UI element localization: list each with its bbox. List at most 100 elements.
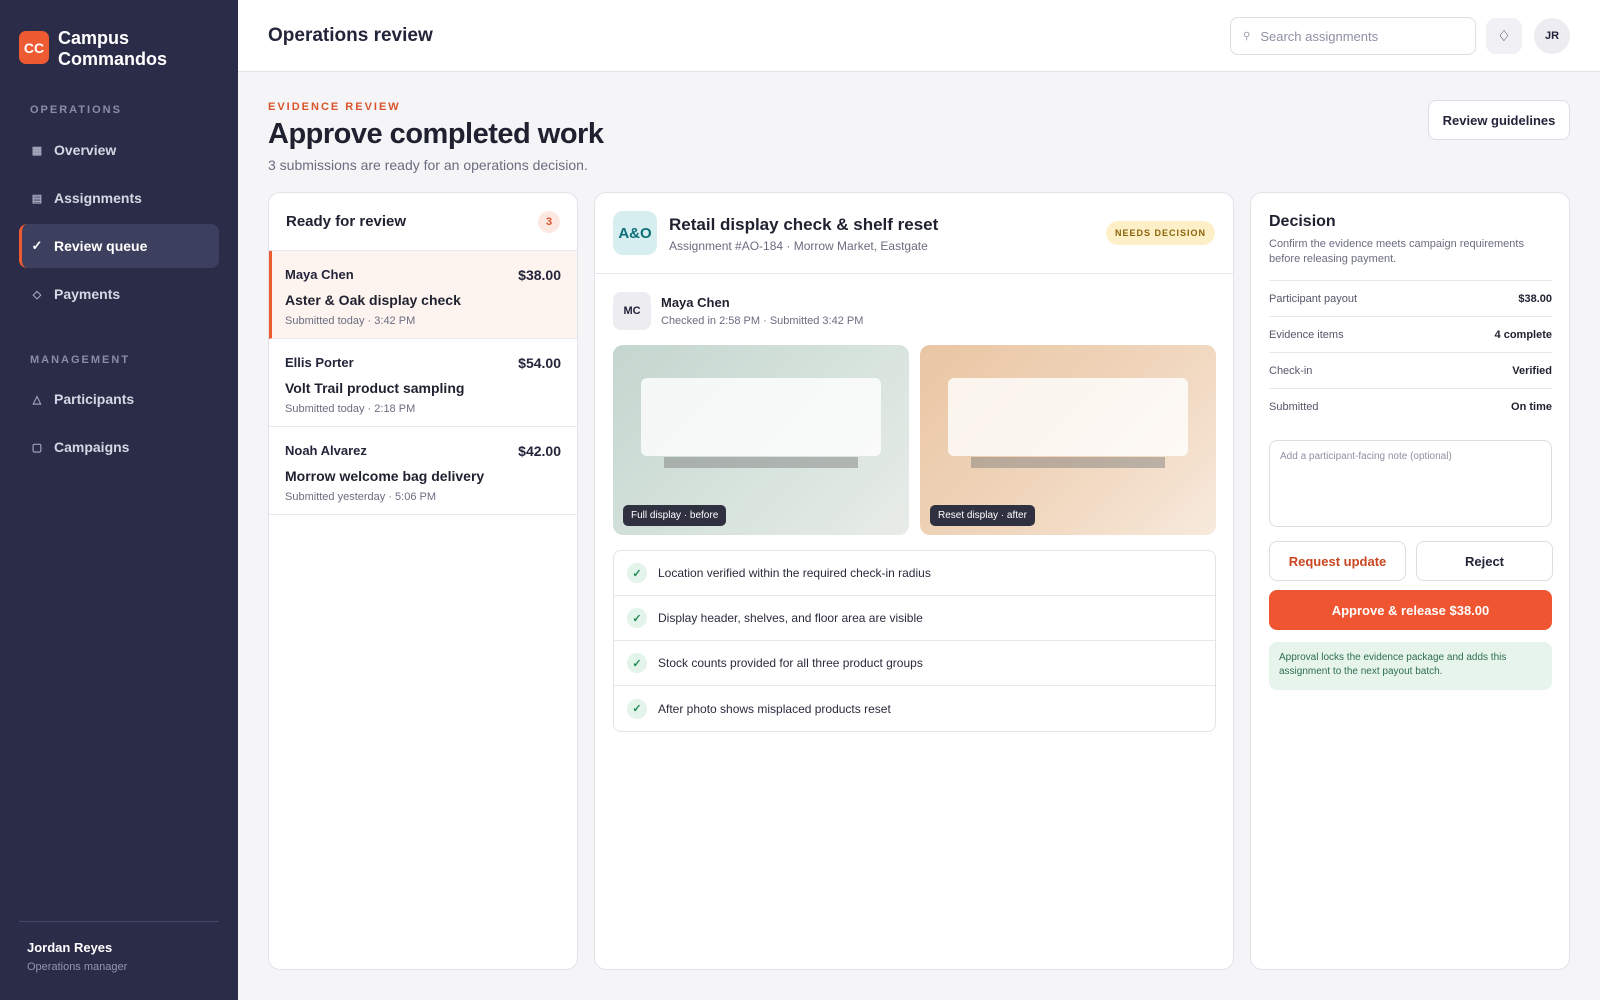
submitter-meta: Checked in 2:58 PM · Submitted 3:42 PM: [661, 315, 864, 327]
review-queue-panel: Ready for review 3 Maya Chen $38.00 Aste…: [268, 192, 578, 970]
approval-info-note: Approval locks the evidence package and …: [1269, 642, 1552, 690]
sidebar-item-label: Overview: [54, 142, 117, 158]
decision-row-checkin: Check-in Verified: [1269, 352, 1552, 388]
sidebar-user[interactable]: Jordan Reyes Operations manager: [27, 940, 127, 973]
grid-icon: ▦: [31, 144, 43, 157]
checklist-item-label: Location verified within the required ch…: [658, 566, 931, 580]
page-subtitle: 3 submissions are ready for an operation…: [268, 157, 588, 173]
check-icon: ✓: [627, 698, 647, 719]
queue-item-title: Volt Trail product sampling: [285, 380, 465, 396]
review-guidelines-button[interactable]: Review guidelines: [1428, 100, 1570, 140]
evidence-photo-after[interactable]: Reset display · after: [920, 345, 1216, 535]
queue-item-amount: $54.00: [518, 355, 561, 371]
checklist-item: ✓ After photo shows misplaced products r…: [614, 686, 1215, 731]
queue-item-time: Submitted yesterday · 5:06 PM: [285, 491, 437, 503]
page-header-title: Operations review: [268, 25, 433, 46]
decision-row-label: Check-in: [1269, 364, 1313, 377]
check-icon: ✓: [627, 653, 647, 673]
brand-logo: CC: [19, 31, 49, 64]
diamond-icon: ♢: [1497, 28, 1511, 45]
checklist-item-label: After photo shows misplaced products res…: [658, 701, 891, 716]
decision-row-submitted: Submitted On time: [1269, 388, 1552, 424]
request-update-button[interactable]: Request update: [1269, 541, 1406, 581]
client-logo: A&O: [613, 211, 657, 255]
user-name: Jordan Reyes: [27, 940, 113, 955]
checklist-item: ✓ Display header, shelves, and floor are…: [614, 596, 1215, 641]
checklist-item-label: Display header, shelves, and floor area …: [658, 611, 923, 625]
sidebar-item-assignments[interactable]: ▤ Assignments: [19, 176, 219, 220]
queue-item[interactable]: Maya Chen $38.00 Aster & Oak display che…: [269, 251, 577, 339]
brand-name: Campus Commandos: [58, 28, 168, 69]
search-box[interactable]: ⚲: [1230, 17, 1476, 55]
submitter-avatar: MC: [613, 292, 651, 330]
decision-description: Confirm the evidence meets campaign requ…: [1269, 238, 1524, 265]
brand[interactable]: CC Campus Commandos: [19, 28, 188, 70]
square-icon: ▢: [31, 441, 43, 454]
sidebar-divider: [19, 921, 219, 922]
decision-row-value: Verified: [1512, 364, 1552, 377]
detail-subtitle: Assignment #AO-184 · Morrow Market, East…: [669, 239, 928, 253]
decision-row-value: $38.00: [1518, 292, 1552, 305]
decision-panel: Decision Confirm the evidence meets camp…: [1250, 192, 1570, 970]
reject-button[interactable]: Reject: [1416, 541, 1553, 581]
decision-row-value: 4 complete: [1494, 328, 1552, 341]
evidence-photo-before[interactable]: Full display · before: [613, 345, 909, 535]
sidebar-item-label: Assignments: [54, 190, 142, 206]
nav-section-operations: OPERATIONS: [30, 104, 122, 116]
diamond-icon: ◇: [32, 288, 42, 301]
queue-item[interactable]: Noah Alvarez $42.00 Morrow welcome bag d…: [269, 427, 577, 515]
decision-row-evidence: Evidence items 4 complete: [1269, 316, 1552, 352]
sidebar-item-campaigns[interactable]: ▢ Campaigns: [19, 425, 219, 469]
decision-row-label: Participant payout: [1269, 292, 1358, 305]
sidebar-item-label: Review queue: [54, 238, 148, 254]
sidebar-item-label: Campaigns: [54, 439, 130, 455]
queue-item-name: Maya Chen: [285, 267, 354, 282]
queue-item-time: Submitted today · 3:42 PM: [285, 315, 416, 327]
decision-row-label: Submitted: [1269, 400, 1319, 413]
sidebar-item-payments[interactable]: ◇ Payments: [19, 272, 219, 316]
queue-item-title: Morrow welcome bag delivery: [285, 468, 485, 484]
notifications-button[interactable]: ♢: [1486, 18, 1522, 54]
submission-detail-panel: A&O Retail display check & shelf reset A…: [594, 192, 1234, 970]
checklist-item-label: Stock counts provided for all three prod…: [658, 656, 923, 670]
queue-item-amount: $42.00: [518, 443, 561, 459]
nav-section-management: MANAGEMENT: [30, 354, 131, 366]
sidebar-item-overview[interactable]: ▦ Overview: [19, 128, 219, 172]
approve-button[interactable]: Approve & release $38.00: [1269, 590, 1552, 630]
queue-header: Ready for review 3: [269, 193, 577, 251]
queue-item-title: Aster & Oak display check: [285, 292, 461, 308]
search-icon: ⚲: [1243, 30, 1251, 42]
queue-title: Ready for review: [286, 213, 407, 230]
check-icon: ✓: [627, 608, 647, 628]
check-icon: ✓: [31, 238, 43, 253]
sidebar-item-label: Participants: [54, 391, 135, 407]
page-title: Approve completed work: [268, 118, 604, 150]
photo-display-panel: [948, 378, 1188, 456]
photo-display-panel: [641, 378, 881, 456]
detail-title: Retail display check & shelf reset: [669, 215, 939, 234]
queue-item-time: Submitted today · 2:18 PM: [285, 403, 416, 415]
decision-row-payout: Participant payout $38.00: [1269, 280, 1552, 316]
photo-shelf: [664, 457, 858, 468]
list-icon: ▤: [31, 192, 43, 205]
queue-item-name: Noah Alvarez: [285, 443, 367, 458]
sidebar-item-participants[interactable]: △ Participants: [19, 377, 219, 421]
photo-label: Full display · before: [623, 505, 727, 526]
participant-note-field[interactable]: [1269, 440, 1552, 527]
sidebar-item-review-queue[interactable]: ✓ Review queue: [19, 224, 219, 268]
queue-count-badge: 3: [538, 210, 560, 233]
queue-item[interactable]: Ellis Porter $54.00 Volt Trail product s…: [269, 339, 577, 427]
user-role: Operations manager: [27, 961, 128, 973]
queue-item-name: Ellis Porter: [285, 355, 354, 370]
submitter-name: Maya Chen: [661, 295, 730, 310]
search-input[interactable]: [1260, 28, 1461, 44]
avatar[interactable]: JR: [1534, 18, 1570, 54]
evidence-checklist: ✓ Location verified within the required …: [613, 550, 1216, 732]
checklist-item: ✓ Location verified within the required …: [614, 551, 1215, 596]
sidebar: CC Campus Commandos OPERATIONS ▦ Overvie…: [0, 0, 238, 1000]
checklist-item: ✓ Stock counts provided for all three pr…: [614, 641, 1215, 686]
decision-title: Decision: [1269, 213, 1336, 230]
status-badge: NEEDS DECISION: [1105, 221, 1215, 245]
decision-row-label: Evidence items: [1269, 328, 1344, 341]
page-eyebrow: EVIDENCE REVIEW: [268, 101, 401, 113]
